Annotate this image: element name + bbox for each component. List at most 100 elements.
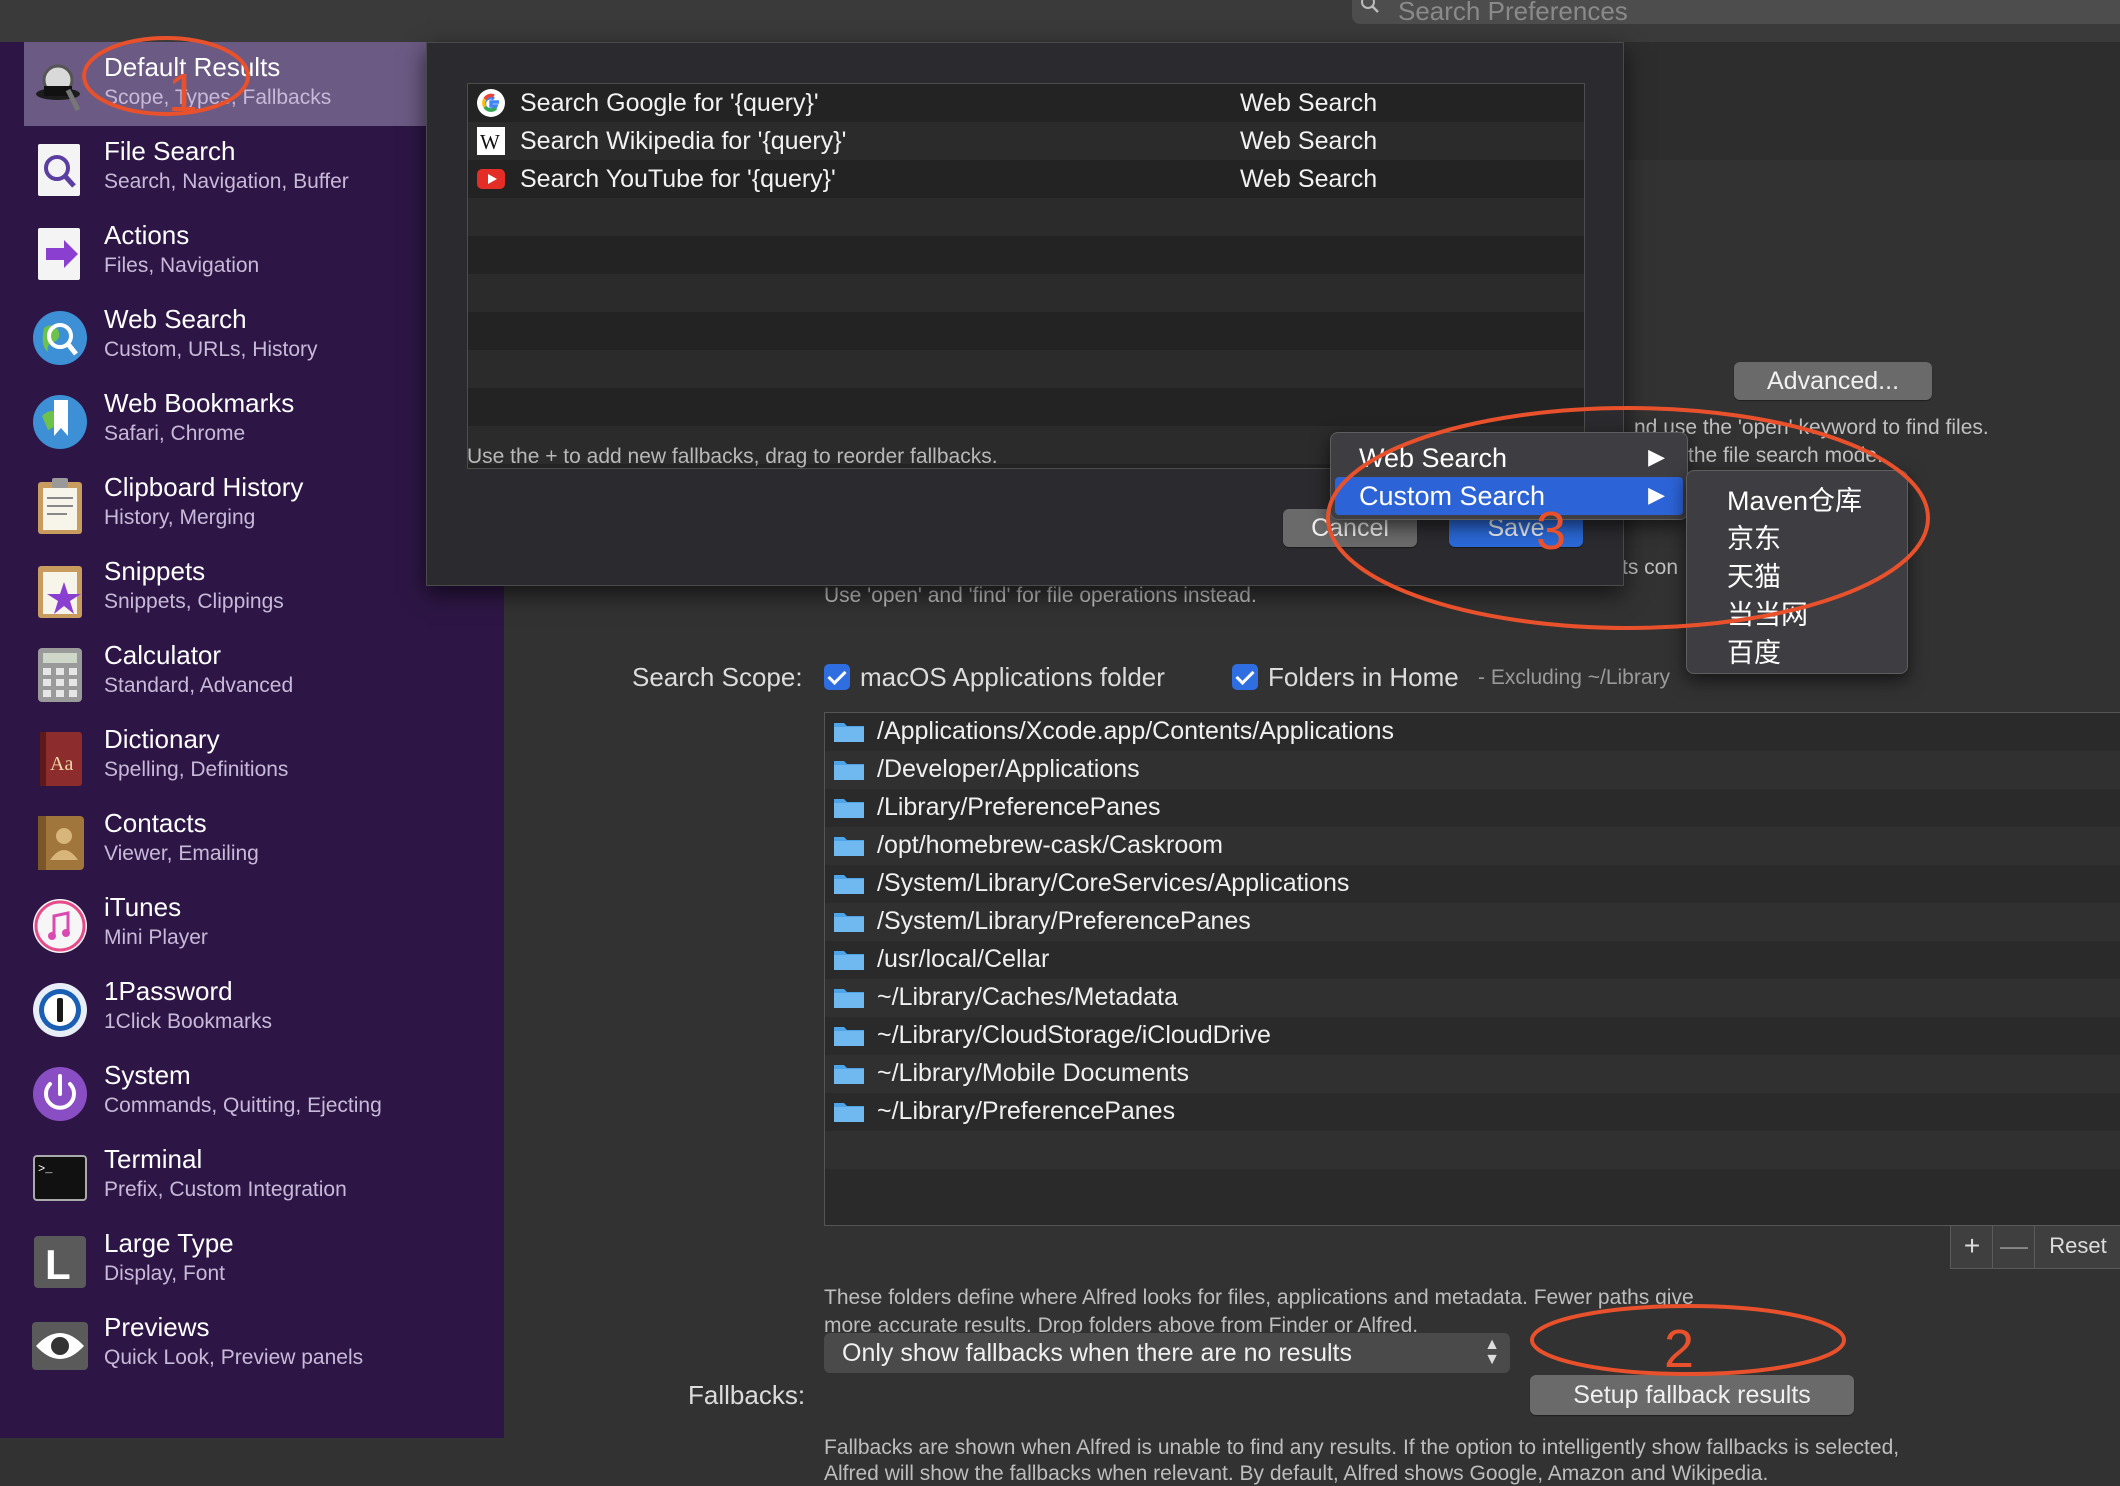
add-folder-button[interactable]: + — [1950, 1225, 1994, 1269]
submenu-item-baidu[interactable]: 百度 — [1727, 631, 1781, 670]
fallbacks-mode-value: Only show fallbacks when there are no re… — [842, 1339, 1352, 1367]
folder-row[interactable]: /usr/local/Cellar — [825, 941, 2120, 979]
annotation-number-1: 1 — [168, 63, 199, 123]
empty-row — [468, 274, 1584, 312]
sidebar-item-title: System — [104, 1060, 191, 1090]
sidebar-item-title: File Search — [104, 136, 236, 166]
fallback-type: Web Search — [1240, 127, 1378, 155]
folder-row[interactable]: ~/Library/Caches/Metadata — [825, 979, 2120, 1017]
terminal-icon: >_ — [33, 1155, 87, 1201]
folder-icon — [834, 951, 864, 970]
sidebar-item-subtitle: Spelling, Definitions — [104, 758, 289, 781]
power-icon — [33, 1067, 87, 1121]
folder-icon — [834, 1027, 864, 1046]
contacts-icon — [38, 816, 84, 870]
fallbacks-mode-select[interactable]: Only show fallbacks when there are no re… — [824, 1333, 1510, 1373]
sidebar-item-contacts[interactable]: Contacts Viewer, Emailing — [0, 798, 504, 882]
fallback-row[interactable]: W Search Wikipedia for '{query}' Web Sea… — [468, 122, 1584, 160]
search-preferences-field[interactable]: Search Preferences — [1352, 0, 2120, 26]
calculator-icon — [38, 648, 82, 702]
folder-icon — [834, 989, 864, 1008]
folder-icon — [834, 913, 864, 932]
sidebar-item-subtitle: Custom, URLs, History — [104, 338, 318, 361]
sidebar-item-large-type[interactable]: L Large Type Display, Font — [0, 1218, 504, 1302]
sidebar-item-1password[interactable]: 1Password 1Click Bookmarks — [0, 966, 504, 1050]
onepassword-icon — [33, 983, 87, 1037]
submenu-item-maven[interactable]: Maven仓库 — [1727, 479, 1862, 518]
sidebar-item-subtitle: Mini Player — [104, 926, 208, 949]
folder-row[interactable]: ~/Library/CloudStorage/iCloudDrive — [825, 1017, 2120, 1055]
submenu-item-tmall[interactable]: 天猫 — [1727, 555, 1781, 594]
menu-item-custom-search[interactable]: Custom Search ▶ — [1335, 477, 1683, 515]
sidebar-item-subtitle: Safari, Chrome — [104, 422, 246, 445]
fallback-row[interactable]: Search Google for '{query}' Web Search — [468, 84, 1584, 122]
folder-path: /Library/PreferencePanes — [877, 793, 1161, 821]
macos-apps-checkbox[interactable] — [824, 664, 850, 690]
folders-in-home-label: Folders in Home — [1268, 662, 1459, 692]
submenu-arrow-icon: ▶ — [1648, 444, 1665, 469]
sidebar-item-subtitle: History, Merging — [104, 506, 256, 529]
submenu-item-jd[interactable]: 京东 — [1727, 517, 1781, 556]
menu-item-label: Web Search — [1359, 443, 1508, 473]
fallbacks-help-line-2: Alfred will show the fallbacks when rele… — [824, 1462, 1769, 1485]
folder-row[interactable]: ~/Library/PreferencePanes — [825, 1093, 2120, 1131]
itunes-icon — [33, 899, 87, 953]
folder-icon — [834, 761, 864, 780]
folder-icon — [834, 1103, 864, 1122]
sidebar-item-terminal[interactable]: >_ Terminal Prefix, Custom Integration — [0, 1134, 504, 1218]
advanced-button[interactable]: Advanced... — [1734, 362, 1932, 400]
folders-help-line-1: These folders define where Alfred looks … — [824, 1286, 1694, 1309]
fallback-name: Search Wikipedia for '{query}' — [520, 127, 847, 155]
folder-list-controls: + — Reset — [1950, 1225, 2120, 1269]
large-type-icon: L — [34, 1236, 86, 1288]
toolbar: Search Preferences — [0, 0, 2120, 42]
annotation-number-2: 2 — [1664, 1319, 1695, 1379]
folder-row[interactable]: /Developer/Applications — [825, 751, 2120, 789]
wikipedia-icon: W — [477, 127, 505, 155]
submenu-arrow-icon: ▶ — [1648, 482, 1665, 507]
folders-in-home-checkbox[interactable] — [1232, 664, 1258, 690]
sidebar-item-itunes[interactable]: iTunes Mini Player — [0, 882, 504, 966]
empty-row — [468, 388, 1584, 426]
sidebar-item-system[interactable]: System Commands, Quitting, Ejecting — [0, 1050, 504, 1134]
folder-row[interactable]: /System/Library/CoreServices/Application… — [825, 865, 2120, 903]
setup-fallback-results-button[interactable]: Setup fallback results — [1530, 1375, 1854, 1415]
sidebar-item-title: Large Type — [104, 1228, 234, 1258]
globe-search-icon — [33, 311, 87, 365]
custom-search-submenu: Maven仓库 京东 天猫 当当网 百度 — [1686, 470, 1908, 674]
sidebar-item-previews[interactable]: Previews Quick Look, Preview panels — [0, 1302, 504, 1386]
empty-row — [825, 1169, 2120, 1207]
empty-row — [468, 236, 1584, 274]
sidebar-item-subtitle: Quick Look, Preview panels — [104, 1346, 364, 1369]
folder-path: ~/Library/CloudStorage/iCloudDrive — [877, 1021, 1271, 1049]
folder-row[interactable]: /Library/PreferencePanes — [825, 789, 2120, 827]
fallback-row[interactable]: Search YouTube for '{query}' Web Search — [468, 160, 1584, 198]
folder-row[interactable]: /System/Library/PreferencePanes — [825, 903, 2120, 941]
sheet-hint: Use the + to add new fallbacks, drag to … — [467, 445, 998, 468]
sidebar-item-title: Snippets — [104, 556, 206, 586]
sidebar-item-subtitle: Snippets, Clippings — [104, 590, 284, 613]
snippets-icon — [38, 566, 82, 618]
sidebar-item-subtitle: Files, Navigation — [104, 254, 260, 277]
svg-text:>_: >_ — [38, 1162, 53, 1176]
empty-row — [468, 312, 1584, 350]
search-scope-folder-list[interactable]: /Applications/Xcode.app/Contents/Applica… — [824, 712, 2120, 1226]
folder-row[interactable]: /opt/homebrew-cask/Caskroom — [825, 827, 2120, 865]
submenu-item-dangdang[interactable]: 当当网 — [1727, 593, 1808, 632]
sidebar-item-calculator[interactable]: Calculator Standard, Advanced — [0, 630, 504, 714]
remove-folder-button[interactable]: — — [1992, 1225, 2036, 1269]
folder-row[interactable]: ~/Library/Mobile Documents — [825, 1055, 2120, 1093]
youtube-icon — [477, 169, 505, 189]
folder-row[interactable]: /Applications/Xcode.app/Contents/Applica… — [825, 713, 2120, 751]
search-placeholder: Search Preferences — [1398, 0, 1628, 26]
sidebar-item-dictionary[interactable]: Aa Dictionary Spelling, Definitions — [0, 714, 504, 798]
fallback-type: Web Search — [1240, 165, 1378, 193]
fallback-results-table[interactable]: Search Google for '{query}' Web Search W… — [467, 83, 1585, 469]
folder-icon — [834, 837, 864, 856]
menu-item-web-search[interactable]: Web Search ▶ — [1335, 439, 1683, 477]
sidebar-item-title: Web Search — [104, 304, 247, 334]
eye-icon — [32, 1322, 88, 1370]
reset-button[interactable]: Reset — [2034, 1225, 2120, 1269]
folder-path: /usr/local/Cellar — [877, 945, 1050, 973]
macos-apps-label: macOS Applications folder — [860, 662, 1165, 692]
